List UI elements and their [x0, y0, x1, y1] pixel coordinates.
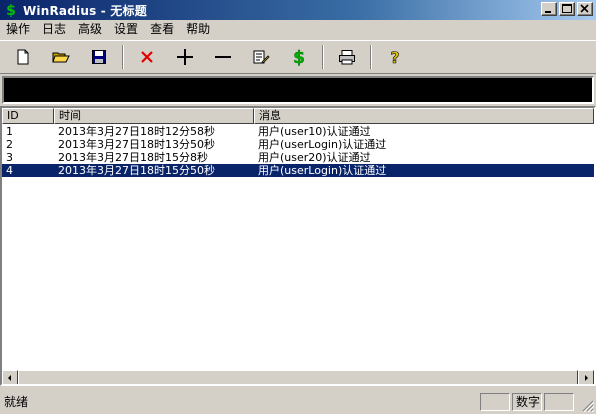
help-question-icon: ?	[390, 48, 400, 66]
edit-pencil-icon	[253, 50, 270, 64]
table-row-selected[interactable]: 4 2013年3月27日18时15分50秒 用户(userLogin)认证通过	[2, 164, 594, 177]
print-icon	[339, 50, 355, 65]
scroll-left-button[interactable]	[2, 370, 18, 384]
row-time: 2013年3月27日18时13分50秒	[58, 138, 215, 151]
resize-grip-icon[interactable]	[580, 398, 594, 412]
edit-button[interactable]	[242, 44, 280, 70]
delete-x-icon	[141, 51, 153, 63]
row-time: 2013年3月27日18时15分8秒	[58, 151, 208, 164]
toolbar-separator	[122, 45, 124, 69]
maximize-button[interactable]	[559, 2, 575, 16]
close-button[interactable]	[577, 2, 593, 16]
minimize-button[interactable]	[541, 2, 557, 16]
column-header-id[interactable]: ID	[2, 108, 54, 124]
row-message: 用户(userLogin)认证通过	[258, 138, 387, 151]
add-plus-icon	[177, 49, 193, 65]
save-button[interactable]	[80, 44, 118, 70]
row-id: 1	[6, 125, 13, 138]
print-button[interactable]	[328, 44, 366, 70]
menu-advanced[interactable]: 高级	[72, 20, 108, 39]
app-dollar-icon: $	[3, 2, 19, 18]
menu-log[interactable]: 日志	[36, 20, 72, 39]
row-message: 用户(user10)认证通过	[258, 125, 371, 138]
horizontal-scrollbar[interactable]	[2, 370, 594, 384]
list-header: ID 时间 消息	[2, 108, 594, 124]
save-disk-icon	[92, 50, 106, 64]
menu-bar: 操作 日志 高级 设置 查看 帮助	[0, 20, 596, 39]
svg-text:$: $	[6, 3, 16, 18]
column-header-time[interactable]: 时间	[54, 108, 254, 124]
row-message: 用户(userLogin)认证通过	[258, 164, 387, 177]
row-id: 4	[6, 164, 13, 177]
open-folder-icon	[52, 52, 70, 63]
menu-settings[interactable]: 设置	[108, 20, 144, 39]
help-button[interactable]: ?	[376, 44, 414, 70]
remove-minus-icon	[215, 56, 231, 58]
new-button[interactable]	[4, 44, 42, 70]
column-header-message[interactable]: 消息	[254, 108, 594, 124]
table-row[interactable]: 3 2013年3月27日18时15分8秒 用户(user20)认证通过	[2, 151, 594, 164]
black-panel	[2, 76, 594, 104]
toolbar-separator	[370, 45, 372, 69]
svg-text:$: $	[293, 48, 305, 66]
add-button[interactable]	[166, 44, 204, 70]
toolbar: $ ?	[0, 40, 596, 74]
menu-view[interactable]: 查看	[144, 20, 180, 39]
remove-button[interactable]	[204, 44, 242, 70]
dollar-icon: $	[293, 48, 305, 66]
title-bar[interactable]: $ WinRadius - 无标题	[0, 0, 596, 20]
status-text: 就绪	[4, 395, 29, 409]
table-row[interactable]: 1 2013年3月27日18时12分58秒 用户(user10)认证通过	[2, 125, 594, 138]
row-id: 3	[6, 151, 13, 164]
row-message: 用户(user20)认证通过	[258, 151, 371, 164]
table-row[interactable]: 2 2013年3月27日18时13分50秒 用户(userLogin)认证通过	[2, 138, 594, 151]
row-id: 2	[6, 138, 13, 151]
arrow-left-icon	[8, 375, 11, 381]
app-window: $ WinRadius - 无标题 操作 日志 高级 设置 查看 帮助 $ ? …	[0, 0, 596, 414]
window-title: WinRadius - 无标题	[23, 3, 147, 18]
status-panel-1	[480, 393, 510, 411]
menu-help[interactable]: 帮助	[180, 20, 216, 39]
status-panel-3	[544, 393, 574, 411]
open-button[interactable]	[42, 44, 80, 70]
status-bar: 就绪 数字	[0, 390, 596, 414]
dollar-button[interactable]: $	[280, 44, 318, 70]
svg-text:?: ?	[390, 48, 399, 66]
menu-operate[interactable]: 操作	[0, 20, 36, 39]
scroll-thumb[interactable]	[18, 370, 578, 384]
scroll-right-button[interactable]	[578, 370, 594, 384]
row-time: 2013年3月27日18时12分58秒	[58, 125, 215, 138]
toolbar-separator	[322, 45, 324, 69]
arrow-right-icon	[585, 375, 588, 381]
list-rows: 1 2013年3月27日18时12分58秒 用户(user10)认证通过 2 2…	[2, 125, 594, 177]
delete-button[interactable]	[128, 44, 166, 70]
new-document-icon	[17, 49, 29, 65]
log-list[interactable]: ID 时间 消息 1 2013年3月27日18时12分58秒 用户(user10…	[0, 106, 596, 386]
status-panel-numlock: 数字	[512, 393, 542, 411]
row-time: 2013年3月27日18时15分50秒	[58, 164, 215, 177]
